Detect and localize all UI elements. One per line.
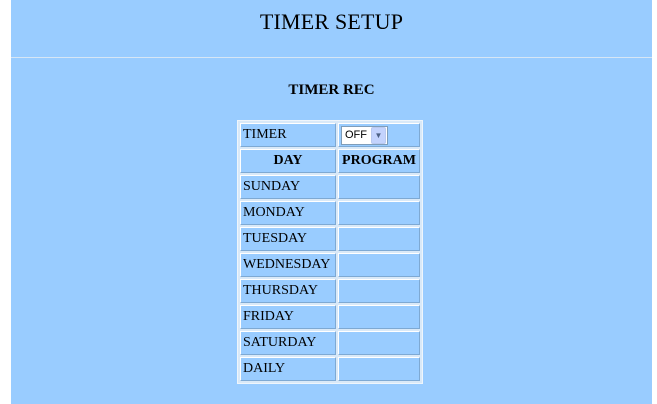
timer-row: TIMER OFF ▼ xyxy=(240,123,420,147)
timer-table: TIMER OFF ▼ DAY PROGRAM SUNDAY MONDAY TU… xyxy=(237,120,423,384)
table-row: MONDAY xyxy=(240,201,420,225)
table-row: DAILY xyxy=(240,357,420,381)
table-row: FRIDAY xyxy=(240,305,420,329)
timer-select-cell: OFF ▼ xyxy=(338,123,420,147)
program-cell xyxy=(338,227,420,251)
chevron-down-icon[interactable]: ▼ xyxy=(371,126,386,144)
day-label: SUNDAY xyxy=(240,175,336,199)
table-row: THURSDAY xyxy=(240,279,420,303)
table-row: SUNDAY xyxy=(240,175,420,199)
program-cell xyxy=(338,305,420,329)
program-cell xyxy=(338,357,420,381)
page-header: TIMER SETUP xyxy=(11,0,652,58)
program-cell xyxy=(338,279,420,303)
column-header-day: DAY xyxy=(240,149,336,173)
day-label: MONDAY xyxy=(240,201,336,225)
timer-label: TIMER xyxy=(240,123,336,147)
section-title: TIMER REC xyxy=(288,82,375,98)
day-label: WEDNESDAY xyxy=(240,253,336,277)
day-label: TUESDAY xyxy=(240,227,336,251)
table-row: SATURDAY xyxy=(240,331,420,355)
page-title: TIMER SETUP xyxy=(259,9,404,34)
program-cell xyxy=(338,331,420,355)
table-row: TUESDAY xyxy=(240,227,420,251)
program-cell xyxy=(338,201,420,225)
column-header-program: PROGRAM xyxy=(338,149,420,173)
timer-select-value: OFF xyxy=(345,129,367,141)
table-row: WEDNESDAY xyxy=(240,253,420,277)
timer-setup-panel: TIMER SETUP TIMER REC TIMER OFF ▼ DAY PR… xyxy=(11,0,652,404)
timer-select[interactable]: OFF ▼ xyxy=(341,125,388,145)
day-label: DAILY xyxy=(240,357,336,381)
day-label: SATURDAY xyxy=(240,331,336,355)
header-row: DAY PROGRAM xyxy=(240,149,420,173)
day-label: FRIDAY xyxy=(240,305,336,329)
day-label: THURSDAY xyxy=(240,279,336,303)
program-cell xyxy=(338,253,420,277)
program-cell xyxy=(338,175,420,199)
